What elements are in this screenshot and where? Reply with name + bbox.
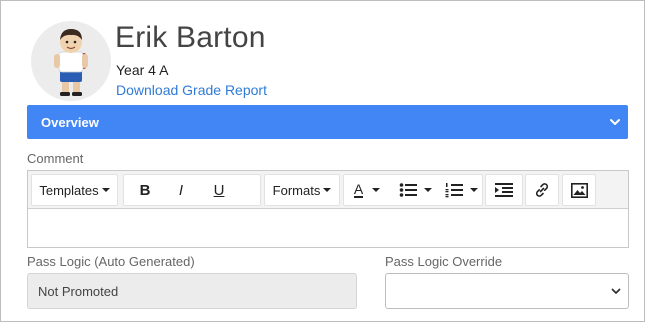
download-grade-report-link[interactable]: Download Grade Report — [116, 82, 267, 98]
text-style-group: B I U — [123, 174, 261, 206]
underline-button[interactable]: U — [202, 175, 236, 205]
templates-label: Templates — [39, 182, 99, 198]
italic-button[interactable]: I — [164, 175, 198, 205]
indent-icon — [495, 183, 513, 197]
chevron-down-icon — [610, 119, 620, 125]
student-class: Year 4 A — [116, 62, 169, 78]
student-name: Erik Barton — [115, 21, 266, 54]
font-color-button[interactable]: A — [346, 175, 388, 205]
comment-text-area[interactable] — [28, 209, 628, 247]
formats-label: Formats — [272, 182, 321, 198]
font-color-label: A — [353, 181, 364, 198]
caret-down-icon — [469, 188, 478, 192]
pass-logic-field: Not Promoted — [27, 273, 357, 309]
templates-dropdown-button[interactable]: Templates — [32, 175, 117, 205]
bold-button[interactable]: B — [128, 175, 162, 205]
editor-toolbar: Templates B I U Formats A — [28, 171, 628, 209]
image-icon — [570, 182, 588, 198]
chevron-down-icon — [611, 288, 621, 294]
italic-label: I — [178, 181, 184, 199]
insert-image-button[interactable] — [563, 175, 595, 205]
image-group — [562, 174, 596, 206]
caret-down-icon — [372, 188, 381, 192]
insert-link-button[interactable] — [526, 175, 558, 205]
formats-dropdown-button[interactable]: Formats — [265, 175, 339, 205]
overview-section-toggle[interactable]: Overview — [27, 105, 628, 139]
pass-logic-override-select[interactable] — [385, 273, 629, 309]
color-list-group: A — [343, 174, 483, 206]
pass-logic-override-label: Pass Logic Override — [385, 254, 503, 269]
comment-label: Comment — [27, 151, 84, 166]
overview-title: Overview — [41, 115, 99, 130]
templates-group: Templates — [31, 174, 118, 206]
pass-logic-label: Pass Logic (Auto Generated) — [27, 254, 195, 269]
underline-label: U — [213, 181, 225, 199]
comment-editor: Templates B I U Formats A — [27, 170, 629, 248]
indent-group — [485, 174, 523, 206]
indent-button[interactable] — [486, 175, 522, 205]
link-icon — [535, 183, 549, 197]
bold-label: B — [139, 181, 151, 199]
student-avatar — [31, 21, 111, 101]
caret-down-icon — [423, 188, 432, 192]
student-report-card: Erik Barton Year 4 A Download Grade Repo… — [0, 0, 645, 322]
pass-logic-value: Not Promoted — [38, 284, 119, 299]
numbered-list-button[interactable] — [440, 175, 482, 205]
caret-down-icon — [101, 188, 110, 192]
caret-down-icon — [323, 188, 332, 192]
link-group — [525, 174, 559, 206]
bullet-list-button[interactable] — [394, 175, 436, 205]
bullet-list-icon — [399, 183, 417, 197]
formats-group: Formats — [264, 174, 340, 206]
numbered-list-icon — [445, 183, 463, 198]
